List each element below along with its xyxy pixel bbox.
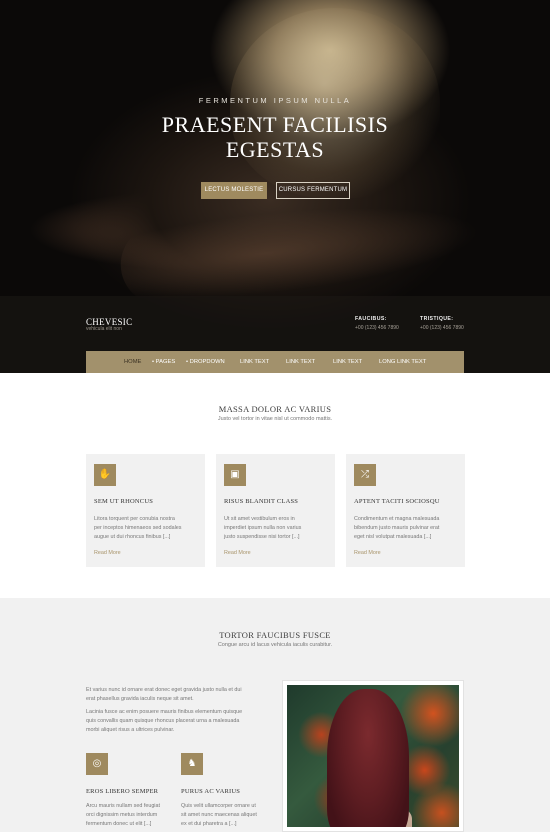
nav-link-text-1[interactable]: LINK TEXT [240,351,269,373]
paragraph-line: morbi aliquet risus a ultrices pulvinar. [86,727,175,733]
section2-title: TORTOR FAUCIBUS FUSCE [219,630,331,640]
contact-tristique: TRISTIQUE: +00 (123) 456 7890 [420,316,464,331]
id-card-icon: ▣ [224,464,246,486]
feature-card: ▣ RISUS BLANDIT CLASS Ut sit amet vestib… [216,454,335,567]
card-title: APTENT TACITI SOCIOSQU [354,498,440,505]
feature-body: Quis velit ullamcorper ornare ut sit ame… [181,802,271,829]
feature-line: Arcu mauris nullam sed feugiat [86,803,161,809]
card-title: SEM UT RHONCUS [94,498,154,505]
section1-title: MASSA DOLOR AC VARIUS [218,404,332,414]
feature-line: fermentum donec ut elit [...] [86,821,152,827]
hero-title: PRAESENT FACILISIS EGESTAS [0,112,550,162]
contact-label: FAUCIBUS: [355,316,387,322]
card-body-line: per inceptos himenaeos sed sodales [94,525,182,531]
card-body-line: Condimentum et magna malesuada [354,516,440,522]
card-body-line: bibendum justo mauris pulvinar erat [354,525,440,531]
feature-line: Quis velit ullamcorper ornare ut [181,803,256,809]
swirl-icon: ◎ [86,753,108,775]
section1-subtitle: Justo vel tortor in vitae nisl ut commod… [217,416,333,422]
read-more-link[interactable]: Read More [224,550,251,556]
feature-line: sit amet nunc maecenas aliquet [181,812,257,818]
cursus-fermentum-button[interactable]: CURSUS FERMENTUM [276,182,350,199]
card-body-line: Litora torquent per conubia nostra [94,516,175,522]
main-nav: HOME • PAGES • DROPDOWN LINK TEXT LINK T… [86,351,464,373]
read-more-link[interactable]: Read More [354,550,381,556]
feature-line: orci dignissim metus interdum [86,812,158,818]
feature-card: ✋ SEM UT RHONCUS Litora torquent per con… [86,454,205,567]
feature-line: ex et dui pharetra a [...] [181,821,237,827]
read-more-link[interactable]: Read More [94,550,121,556]
section2-photo [282,680,464,832]
nav-link-text-3[interactable]: LINK TEXT [333,351,362,373]
hero-title-line2: EGESTAS [225,137,325,162]
card-body-line: justo suspendisse nisi tortor [...] [224,534,300,540]
paragraph-line: erat phasellus gravida iaculis neque sit… [86,696,194,702]
brand-tagline: vehicula elit non [86,326,122,332]
feature-body: Arcu mauris nullam sed feugiat orci dign… [86,802,176,829]
woman-flowers-image [287,685,459,827]
hand-icon: ✋ [94,464,116,486]
card-body-line: Ut sit amet vestibulum eros in [224,516,295,522]
section2-paragraph-2: Lacinia fusce ac enim posuere mauris fin… [86,708,271,735]
lectus-molestie-button[interactable]: LECTUS MOLESTIE [201,182,267,199]
paragraph-line: quis convallis quam quisque rhoncus plac… [86,718,240,724]
shuffle-icon: ⤮ [354,464,376,486]
feature-card: ⤮ APTENT TACITI SOCIOSQU Condimentum et … [346,454,465,567]
card-body-line: eget nisl volutpat malesuada [...] [354,534,432,540]
section2-subtitle: Congue arcu id lacus vehicula iaculis cu… [217,642,333,648]
feature-title: EROS LIBERO SEMPER [86,788,159,795]
nav-link-text-2[interactable]: LINK TEXT [286,351,315,373]
nav-pages-dropdown[interactable]: • PAGES [152,351,175,373]
card-body: Ut sit amet vestibulum eros in imperdiet… [224,515,330,542]
emblem-icon: ♞ [181,753,203,775]
contact-phone: +00 (123) 456 7890 [420,325,464,331]
nav-dropdown[interactable]: • DROPDOWN [186,351,225,373]
card-body: Condimentum et magna malesuada bibendum … [354,515,460,542]
card-title: RISUS BLANDIT CLASS [224,498,299,505]
hero-title-line1: PRAESENT FACILISIS [161,112,389,137]
section2-paragraph-1: Et varius nunc id ornare erat donec eget… [86,686,271,704]
card-body: Litora torquent per conubia nostra per i… [94,515,200,542]
card-body-line: augue ut dui rhoncus finibus [...] [94,534,171,540]
photo-hair [327,689,409,827]
contact-phone: +00 (123) 456 7890 [355,325,399,331]
hero-subtitle: FERMENTUM IPSUM NULLA [198,96,352,105]
feature-title: PURUS AC VARIUS [181,788,241,795]
hero-section [0,0,550,373]
card-body-line: imperdiet ipsum nulla non varius [224,525,302,531]
contact-label: TRISTIQUE: [420,316,454,322]
nav-home[interactable]: HOME [124,351,141,373]
paragraph-line: Et varius nunc id ornare erat donec eget… [86,687,242,693]
contact-faucibus: FAUCIBUS: +00 (123) 456 7890 [355,316,399,331]
paragraph-line: Lacinia fusce ac enim posuere mauris fin… [86,709,243,715]
hero-photo-arm [116,191,484,309]
nav-long-link-text[interactable]: LONG LINK TEXT [379,351,426,373]
